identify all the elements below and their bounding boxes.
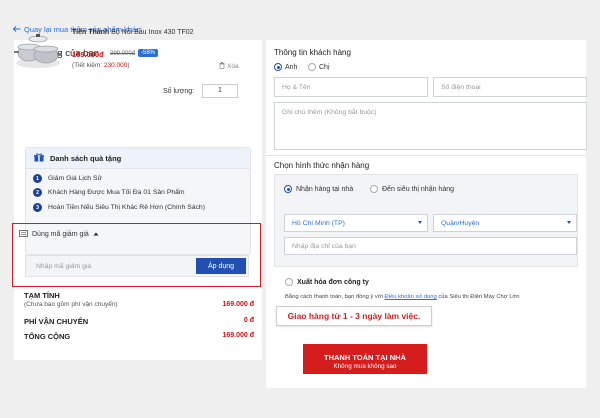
gift-list-title: Danh sách quà tặng xyxy=(50,154,122,163)
pay-button-label: THANH TOÁN TẠI NHÀ xyxy=(324,352,406,362)
subtotal-note: (Chưa bao gồm phí vận chuyển) xyxy=(24,301,118,308)
gift-item: 2 Khách Hàng Được Mua Tối Đa 01 Sản Phẩm xyxy=(33,188,185,197)
gift-item-text: Khách Hàng Được Mua Tối Đa 01 Sản Phẩm xyxy=(48,189,185,196)
terms-notice: Bằng cách thanh toán, bạn đồng ý với Điề… xyxy=(285,294,519,300)
radio-icon xyxy=(370,185,378,193)
chevron-down-icon xyxy=(567,221,571,224)
address-field[interactable]: Nhập địa chỉ của bạn xyxy=(284,237,577,255)
total-value: 169.000 đ xyxy=(222,332,254,339)
divider xyxy=(266,155,586,156)
gender-label: Anh xyxy=(285,63,298,71)
radio-icon xyxy=(285,278,293,286)
store-pickup-label: Đến siêu thị nhận hàng xyxy=(382,185,454,193)
home-delivery-label: Nhận hàng tại nhà xyxy=(296,185,354,193)
coupon-ticket-icon xyxy=(19,230,28,239)
terms-text-after: của Siêu thị Điện Máy Chợ Lớn xyxy=(436,294,520,300)
delete-label: Xóa xyxy=(227,63,239,70)
gift-item-text: Hoàn Tiền Nếu Siêu Thị Khác Rẻ Hơn (Chín… xyxy=(48,204,205,211)
product-old-price: 399.000đ xyxy=(110,51,136,57)
caret-up-icon xyxy=(93,231,99,238)
delivery-time-notice: Giao hàng từ 1 - 3 ngày làm việc. xyxy=(276,306,432,326)
store-pickup-option[interactable]: Đến siêu thị nhận hàng xyxy=(370,185,454,193)
apply-coupon-button[interactable]: Áp dụng xyxy=(196,258,246,274)
product-price: 169.000đ xyxy=(72,50,104,59)
product-name[interactable]: Tiến Thành Bộ Nồi Bầu Inox 430 TF02 xyxy=(72,29,194,36)
shipping-fee-label: PHÍ VẬN CHUYỂN xyxy=(24,317,89,326)
gift-list-header: Danh sách quà tặng xyxy=(26,148,250,169)
saving-value: 230.000 xyxy=(103,62,128,69)
pay-at-home-button[interactable]: THANH TOÁN TẠI NHÀ Không mua không sao xyxy=(303,344,427,374)
gender-option-male[interactable]: Anh xyxy=(274,63,297,71)
gift-item-number: 1 xyxy=(33,174,42,183)
delete-button[interactable]: Xóa xyxy=(219,62,239,71)
city-value: Hồ Chí Minh (TP) xyxy=(292,219,345,227)
coupon-input[interactable] xyxy=(26,256,196,276)
coupon-section: Dùng mã giảm giá Áp dụng xyxy=(12,223,261,287)
total-label: TỔNG CỘNG xyxy=(24,332,71,341)
trash-icon xyxy=(219,62,225,71)
saving-end: ) xyxy=(127,62,130,69)
product-brand: Tiến Thành xyxy=(72,29,110,36)
radio-icon xyxy=(308,63,316,71)
product-saving: (Tiết kiệm: 230.000) xyxy=(72,62,130,69)
product-title: Bộ Nồi Bầu Inox 430 TF02 xyxy=(109,29,194,36)
coupon-toggle-label: Dùng mã giảm giá xyxy=(32,231,89,238)
radio-selected-icon xyxy=(284,185,292,193)
note-textarea[interactable]: Ghi chú thêm (Không bắt buộc) xyxy=(274,102,587,150)
saving-label: (Tiết kiệm: xyxy=(72,62,104,69)
pay-button-sublabel: Không mua không sao xyxy=(333,362,397,370)
name-field[interactable]: Họ & Tên xyxy=(274,77,428,97)
district-select[interactable]: Quận/Huyện xyxy=(433,214,577,232)
gift-item-text: Giảm Giá Lịch Sử xyxy=(48,175,103,182)
terms-link[interactable]: Điều khoản sử dụng xyxy=(385,294,437,300)
city-select[interactable]: Hồ Chí Minh (TP) xyxy=(284,214,428,232)
coupon-row: Áp dụng xyxy=(25,255,249,277)
gift-item: 1 Giảm Giá Lịch Sử xyxy=(33,174,102,183)
subtotal-label: TẠM TÍNH xyxy=(24,291,60,300)
product-image xyxy=(12,25,64,71)
district-value: Quận/Huyện xyxy=(441,219,480,227)
company-invoice-label: Xuất hóa đơn công ty xyxy=(297,278,369,286)
delivery-method-title: Chọn hình thức nhận hàng xyxy=(274,161,370,170)
gender-label: Chị xyxy=(319,63,330,71)
chevron-down-icon xyxy=(418,221,422,224)
gift-item[interactable]: 3 Hoàn Tiền Nếu Siêu Thị Khác Rẻ Hơn (Ch… xyxy=(33,203,205,212)
quantity-label: Số lượng: xyxy=(163,88,195,95)
gift-item-number: 2 xyxy=(33,188,42,197)
shipping-fee-value: 0 đ xyxy=(243,317,254,324)
phone-field[interactable]: Số điện thoại xyxy=(433,77,587,97)
discount-badge: -58% xyxy=(138,49,159,57)
customer-info-title: Thông tin khách hàng xyxy=(274,48,351,57)
gift-item-number: 3 xyxy=(33,203,42,212)
gender-option-female[interactable]: Chị xyxy=(308,63,330,71)
quantity-input[interactable]: 1 xyxy=(202,84,238,98)
gift-icon xyxy=(34,153,44,164)
terms-text-before: Bằng cách thanh toán, bạn đồng ý với xyxy=(285,294,385,300)
subtotal-value: 169.000 đ xyxy=(222,301,254,308)
company-invoice-option[interactable]: Xuất hóa đơn công ty xyxy=(285,278,369,286)
home-delivery-option[interactable]: Nhận hàng tại nhà xyxy=(284,185,353,193)
radio-selected-icon xyxy=(274,63,282,71)
coupon-toggle[interactable]: Dùng mã giảm giá xyxy=(19,230,99,239)
